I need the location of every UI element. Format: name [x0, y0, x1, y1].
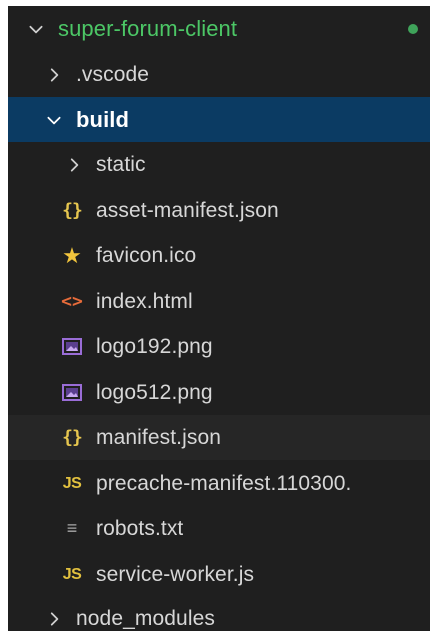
tree-item-label: favicon.ico	[96, 243, 197, 267]
tree-item-precache-manifest[interactable]: JS precache-manifest.110300.	[8, 461, 430, 506]
tree-item-logo192-png[interactable]: logo192.png	[8, 324, 430, 369]
html-icon: <>	[61, 291, 83, 312]
tree-item-vscode[interactable]: .vscode	[8, 52, 430, 97]
tree-item-label: logo192.png	[96, 334, 213, 358]
tree-item-label: service-worker.js	[96, 562, 255, 586]
chevron-down-icon[interactable]	[42, 108, 66, 132]
chevron-down-icon[interactable]	[24, 17, 48, 41]
js-icon: JS	[62, 565, 82, 583]
tree-item-label: node_modules	[76, 606, 215, 630]
tree-item-label: .vscode	[76, 62, 150, 86]
tree-item-robots-txt[interactable]: ≡ robots.txt	[8, 506, 430, 551]
file-tree: super-forum-client .vscode build static …	[8, 6, 430, 631]
tree-item-build[interactable]: build	[8, 97, 430, 142]
tree-item-node-modules[interactable]: node_modules	[8, 596, 430, 631]
json-icon: {}	[62, 200, 83, 221]
tree-root-super-forum-client[interactable]: super-forum-client	[8, 6, 430, 51]
text-lines-icon: ≡	[66, 518, 78, 538]
file-explorer-panel: super-forum-client .vscode build static …	[0, 0, 431, 637]
chevron-right-icon[interactable]	[42, 63, 66, 87]
star-icon: ★	[62, 242, 82, 268]
tree-item-favicon-ico[interactable]: ★ favicon.ico	[8, 233, 430, 278]
tree-item-label: static	[96, 152, 146, 176]
tree-item-index-html[interactable]: <> index.html	[8, 279, 430, 324]
tree-item-label: robots.txt	[96, 516, 184, 540]
tree-item-label: precache-manifest.110300.	[96, 471, 352, 495]
js-icon: JS	[62, 474, 82, 492]
chevron-right-icon[interactable]	[42, 607, 66, 631]
tree-item-manifest-json[interactable]: {} manifest.json	[8, 415, 430, 460]
tree-item-label: build	[76, 106, 130, 132]
tree-item-logo512-png[interactable]: logo512.png	[8, 370, 430, 415]
json-icon: {}	[62, 427, 83, 448]
tree-root-label: super-forum-client	[58, 15, 238, 41]
image-icon	[60, 335, 84, 359]
tree-item-service-worker-js[interactable]: JS service-worker.js	[8, 552, 430, 597]
chevron-right-icon[interactable]	[62, 153, 86, 177]
tree-item-label: index.html	[96, 289, 193, 313]
image-icon	[60, 381, 84, 405]
modified-dot-icon	[408, 24, 418, 34]
tree-item-label: logo512.png	[96, 380, 213, 404]
tree-item-label: manifest.json	[96, 425, 222, 449]
tree-item-static[interactable]: static	[8, 142, 430, 187]
tree-item-label: asset-manifest.json	[96, 198, 279, 222]
tree-item-asset-manifest-json[interactable]: {} asset-manifest.json	[8, 188, 430, 233]
